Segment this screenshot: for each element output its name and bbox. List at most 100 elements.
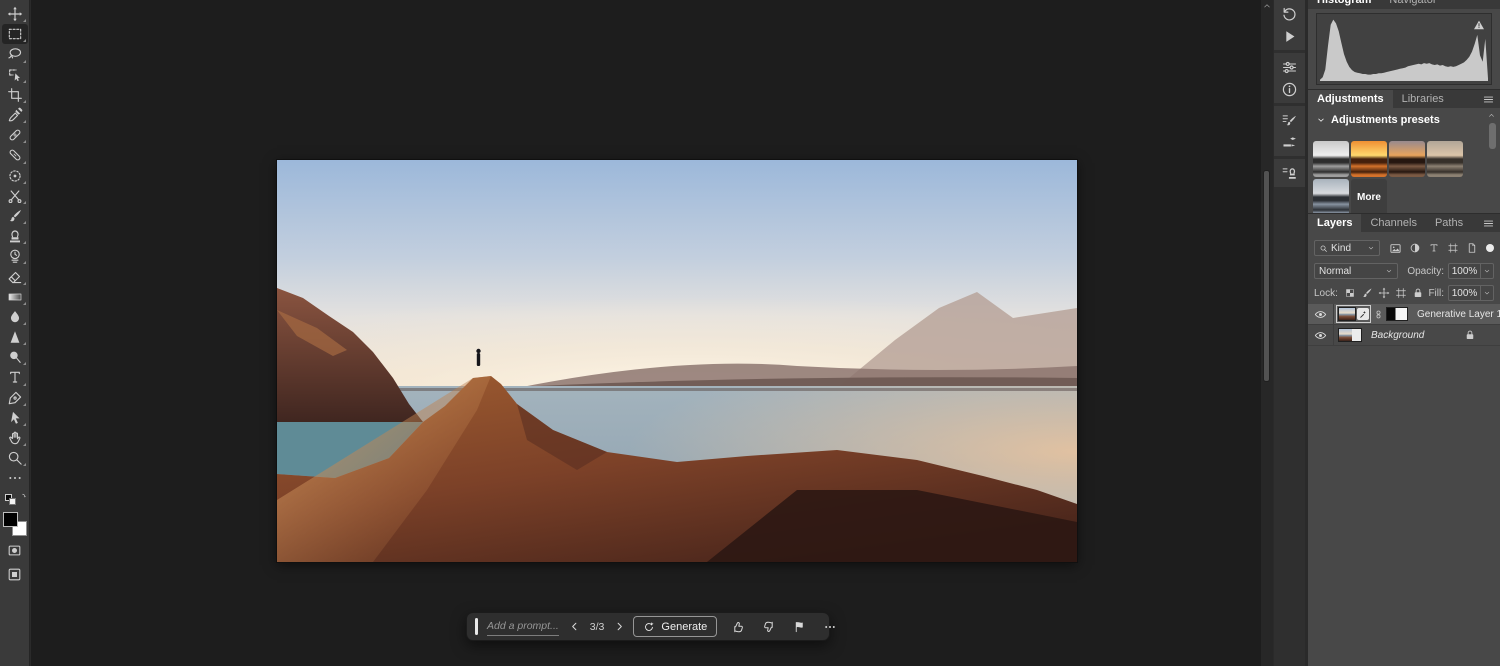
fill-value[interactable]: 100% [1448,285,1481,301]
filter-pixel-layers-icon[interactable] [1386,240,1405,256]
tab-channels[interactable]: Channels [1361,214,1425,232]
opacity-input[interactable]: 100% [1448,263,1494,279]
tool-zoom-icon[interactable] [2,448,28,468]
blend-mode-dropdown[interactable]: Normal [1314,263,1398,279]
color-swatches[interactable] [2,511,28,537]
panel-brush-settings-icon[interactable] [1277,109,1303,131]
lock-position-icon[interactable] [1376,286,1393,301]
tool-type-icon[interactable] [2,367,28,387]
tool-dodge-icon[interactable] [2,347,28,367]
panel-history-icon[interactable] [1277,3,1303,25]
layers-panel-menu-icon[interactable] [1482,214,1500,232]
tool-eraser-icon[interactable] [2,266,28,286]
preset-cool-tone-thumbnail[interactable] [1313,179,1349,213]
scroll-up-icon[interactable] [1262,1,1272,11]
fill-input[interactable]: 100% [1448,285,1494,301]
tool-clone-stamp-icon[interactable] [2,226,28,246]
tab-paths[interactable]: Paths [1426,214,1472,232]
tool-spot-healing-icon[interactable] [2,125,28,145]
filter-shape-layers-icon[interactable] [1443,240,1462,256]
filter-smart-objects-icon[interactable] [1462,240,1481,256]
swap-swatches-icon[interactable] [17,492,26,501]
default-swatches-icon[interactable] [5,494,25,508]
preset-vivid-sunset-thumbnail[interactable] [1351,141,1387,177]
tool-remove-icon[interactable] [2,166,28,186]
tool-object-selection-icon[interactable] [2,65,28,85]
tool-healing-brush-icon[interactable] [2,145,28,165]
layer-thumbnail[interactable] [1338,307,1356,321]
thumbs-down-button[interactable] [762,620,776,634]
tab-adjustments[interactable]: Adjustments [1308,90,1393,108]
tool-crop-icon[interactable] [2,85,28,105]
layer-thumbnail[interactable] [1338,328,1362,342]
adjustments-scrollbar-thumb[interactable] [1489,123,1496,149]
layer-row-generative-layer-1[interactable]: Generative Layer 1 [1308,304,1500,325]
canvas-scrollbar[interactable] [1261,0,1273,666]
panel-actions-icon[interactable] [1277,25,1303,47]
tool-move-icon[interactable] [2,4,28,24]
screen-mode-button[interactable] [2,565,28,585]
tool-blur-icon[interactable] [2,307,28,327]
panel-clone-source-icon[interactable] [1277,162,1303,184]
layer-mask-thumbnail[interactable] [1386,307,1408,321]
default-background-swatch[interactable] [9,498,16,505]
layer-thumbnail-group[interactable] [1336,305,1371,323]
tool-history-brush-icon[interactable] [2,246,28,266]
canvas-workspace[interactable]: Add a prompt... 3/3 Generate [31,0,1261,666]
opacity-dropdown-icon[interactable] [1481,263,1494,279]
tool-pen-icon[interactable] [2,388,28,408]
tool-sharpen-icon[interactable] [2,327,28,347]
tool-gradient-icon[interactable] [2,287,28,307]
layer-visibility-icon[interactable] [1308,325,1334,346]
lock-artboard-icon[interactable] [1393,286,1410,301]
tool-more-tools-icon[interactable] [2,468,28,488]
panel-info-icon[interactable] [1277,78,1303,100]
more-options-button[interactable] [823,620,837,634]
report-flag-button[interactable] [793,620,806,633]
generate-button[interactable]: Generate [633,616,717,637]
tool-path-selection-icon[interactable] [2,408,28,428]
filter-adjustment-layers-icon[interactable] [1405,240,1424,256]
lock-transparent-pixels-icon[interactable] [1342,286,1359,301]
tool-scissors-icon[interactable] [2,186,28,206]
fill-dropdown-icon[interactable] [1481,285,1494,301]
filter-kind-dropdown[interactable]: Kind [1314,240,1380,256]
thumbs-up-button[interactable] [731,620,745,634]
prompt-input[interactable]: Add a prompt... [487,617,559,636]
preset-muted-film-thumbnail[interactable] [1427,141,1463,177]
layer-row-background[interactable]: Background [1308,325,1500,346]
taskbar-drag-handle[interactable] [475,618,478,635]
quick-mask-mode-button[interactable] [2,541,28,561]
tab-libraries[interactable]: Libraries [1393,90,1453,108]
collapse-chevron-icon[interactable] [1316,115,1326,125]
contextual-task-bar[interactable]: Add a prompt... 3/3 Generate [466,612,830,641]
lock-image-pixels-icon[interactable] [1359,286,1376,301]
adjustments-presets-header[interactable]: Adjustments presets [1316,114,1440,126]
next-variation-button[interactable] [614,621,625,632]
scrollbar-thumb[interactable] [1263,170,1270,382]
tab-layers[interactable]: Layers [1308,214,1361,232]
tool-lasso-icon[interactable] [2,44,28,64]
opacity-value[interactable]: 100% [1448,263,1481,279]
lock-all-icon[interactable] [1410,286,1427,301]
foreground-color-swatch[interactable] [3,512,18,527]
tool-brush-icon[interactable] [2,206,28,226]
layer-name[interactable]: Background [1371,330,1424,341]
layer-visibility-icon[interactable] [1308,304,1334,325]
layer-mask-link-icon[interactable] [1373,309,1384,320]
document-canvas[interactable] [277,160,1077,562]
tool-eyedropper-icon[interactable] [2,105,28,125]
preset-warm-contrast-thumbnail[interactable] [1389,141,1425,177]
tool-hand-icon[interactable] [2,428,28,448]
adjustments-scroll-up-icon[interactable] [1487,111,1496,120]
panel-brushes-icon[interactable] [1277,131,1303,153]
layer-name[interactable]: Generative Layer 1 [1417,309,1500,320]
panel-properties-icon[interactable] [1277,56,1303,78]
adjustments-panel-menu-icon[interactable] [1482,90,1500,108]
more-presets-button[interactable]: More [1351,179,1387,213]
preset-black-white-thumbnail[interactable] [1313,141,1349,177]
filter-type-layers-icon[interactable] [1424,240,1443,256]
histogram-warning-icon[interactable] [1473,19,1485,31]
previous-variation-button[interactable] [569,621,580,632]
filter-switch-toggle[interactable] [1486,244,1494,252]
